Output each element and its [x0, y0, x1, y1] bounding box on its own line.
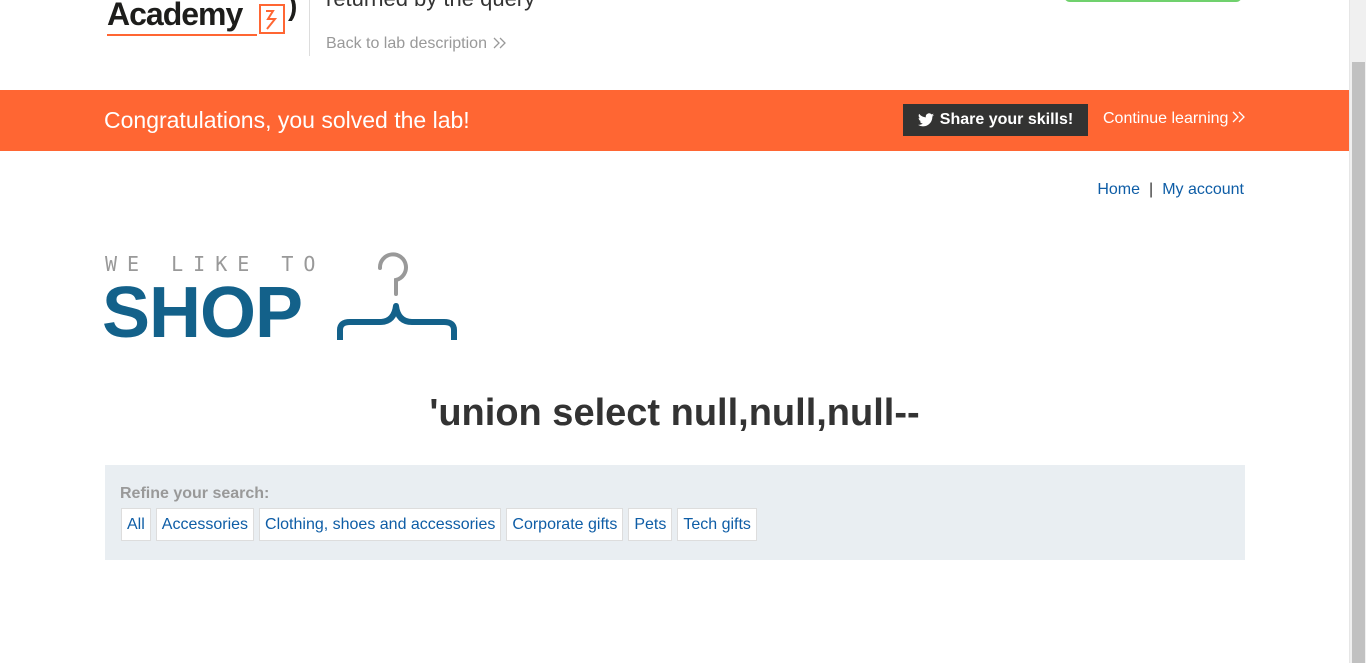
header-divider	[309, 0, 310, 56]
academy-logo-bracket: )	[288, 0, 298, 21]
twitter-icon	[917, 113, 934, 127]
nav-separator: |	[1149, 181, 1154, 198]
top-navigation: Home | My account	[1097, 181, 1244, 199]
lab-header: Academy ) returned by the query Back to …	[0, 0, 1349, 90]
nav-my-account-link[interactable]: My account	[1162, 181, 1244, 199]
filter-category-list: All Accessories Clothing, shoes and acce…	[121, 508, 757, 541]
back-link-label: Back to lab description	[326, 35, 487, 52]
chevron-right-icon	[493, 36, 507, 52]
page-scrollbar[interactable]	[1349, 0, 1366, 663]
shop-logo-word: SHOP	[102, 273, 303, 353]
filter-label: Refine your search:	[120, 485, 270, 502]
lab-title: returned by the query	[326, 0, 535, 12]
continue-learning-label: Continue learning	[1103, 110, 1229, 127]
academy-logo-text: Academy	[107, 0, 243, 32]
continue-learning-link[interactable]: Continue learning	[1103, 110, 1246, 128]
academy-logo-underline	[107, 34, 257, 36]
search-results-heading: 'union select null,null,null--	[429, 392, 920, 434]
nav-home-link[interactable]: Home	[1097, 181, 1140, 199]
banner-message: Congratulations, you solved the lab!	[104, 107, 470, 133]
shop-logo: WE LIKE TO SHOP	[102, 250, 464, 353]
filter-category-corporate-gifts[interactable]: Corporate gifts	[506, 508, 624, 541]
chevron-right-icon	[1232, 110, 1246, 128]
category-filter: Refine your search: All Accessories Clot…	[105, 465, 1245, 560]
hanger-icon	[337, 252, 457, 340]
back-to-lab-description-link[interactable]: Back to lab description	[326, 35, 507, 53]
share-skills-label: Share your skills!	[939, 111, 1074, 128]
academy-logo-icon	[259, 4, 285, 34]
academy-logo[interactable]: Academy )	[105, 0, 305, 44]
filter-category-accessories[interactable]: Accessories	[155, 508, 255, 541]
lab-status-widget	[1064, 0, 1242, 2]
share-skills-button[interactable]: Share your skills!	[903, 104, 1088, 136]
lab-solved-banner: Congratulations, you solved the lab! Sha…	[0, 90, 1349, 151]
scrollbar-thumb[interactable]	[1352, 62, 1365, 663]
filter-category-tech-gifts[interactable]: Tech gifts	[677, 508, 757, 541]
filter-category-pets[interactable]: Pets	[628, 508, 673, 541]
filter-category-clothing[interactable]: Clothing, shoes and accessories	[259, 508, 502, 541]
filter-category-all[interactable]: All	[121, 508, 151, 541]
